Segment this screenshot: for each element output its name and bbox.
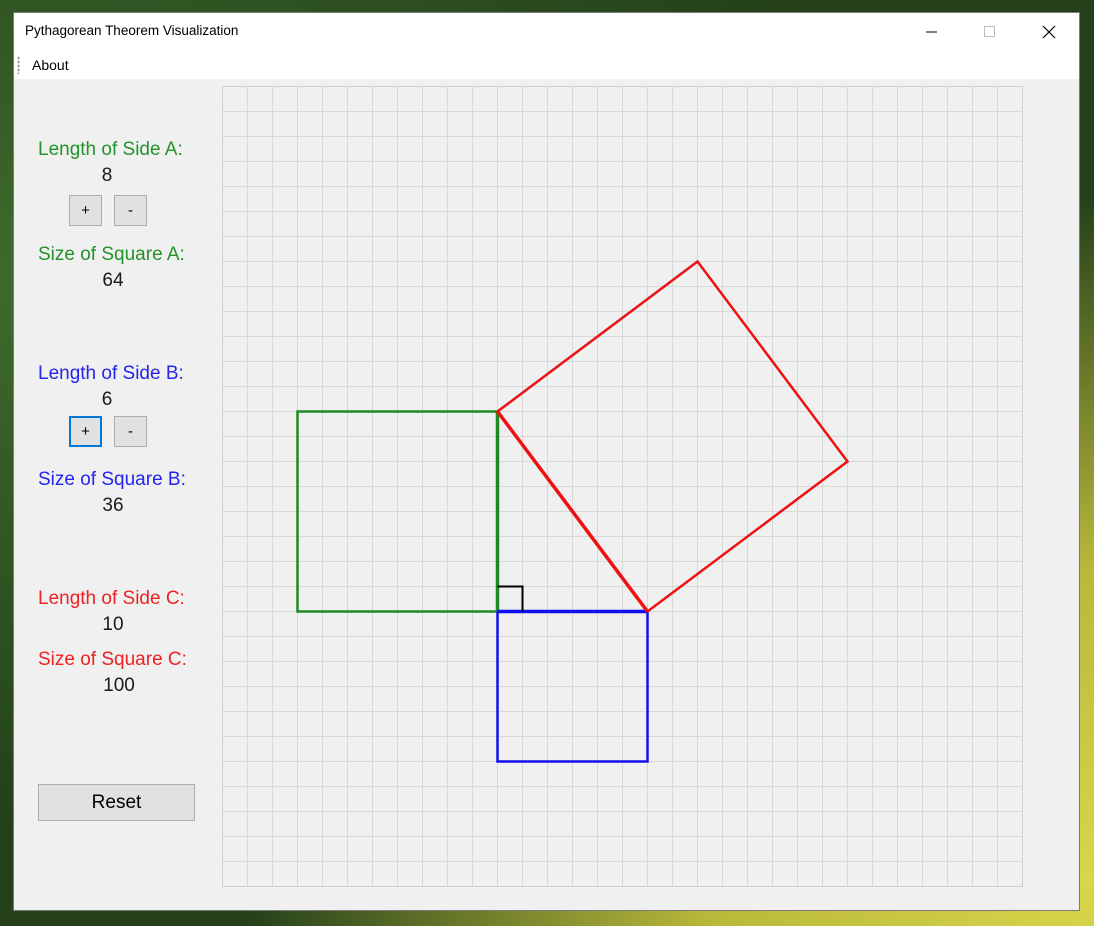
maximize-icon [984,26,995,37]
side-c-length-value: 10 [102,614,124,635]
side-c-square-label: Size of Square C: [38,649,187,670]
minimize-icon [926,31,937,33]
close-button[interactable] [1020,13,1078,51]
window-title: Pythagorean Theorem Visualization [25,23,239,38]
minimize-button[interactable] [903,13,961,51]
toolbar-grip-icon[interactable] [17,56,20,74]
side-b-square-value: 36 [102,495,124,516]
side-b-square-label: Size of Square B: [38,469,186,490]
grid [222,86,1023,887]
side-b-length-label: Length of Side B: [38,363,184,384]
reset-button[interactable]: Reset [38,784,195,821]
side-a-square-value: 64 [102,270,124,291]
app-window: Pythagorean Theorem Visualization About … [14,13,1079,910]
side-c-square-value: 100 [103,675,135,696]
menu-item-about[interactable]: About [32,57,69,73]
side-b-plus-button[interactable]: + [69,416,102,447]
side-a-length-label: Length of Side A: [38,139,183,160]
side-a-length-value: 8 [101,165,113,186]
side-b-length-value: 6 [101,389,113,410]
side-a-square-label: Size of Square A: [38,244,185,265]
right-angle-marker [497,585,524,612]
close-icon [1042,25,1056,39]
menu-bar: About [14,51,1079,79]
side-a-plus-button[interactable]: + [69,195,102,226]
side-c-length-label: Length of Side C: [38,588,185,609]
maximize-button[interactable] [961,13,1019,51]
side-a-minus-button[interactable]: - [114,195,147,226]
title-bar: Pythagorean Theorem Visualization [14,13,1079,51]
side-b-minus-button[interactable]: - [114,416,147,447]
drawing-canvas [222,86,1023,887]
